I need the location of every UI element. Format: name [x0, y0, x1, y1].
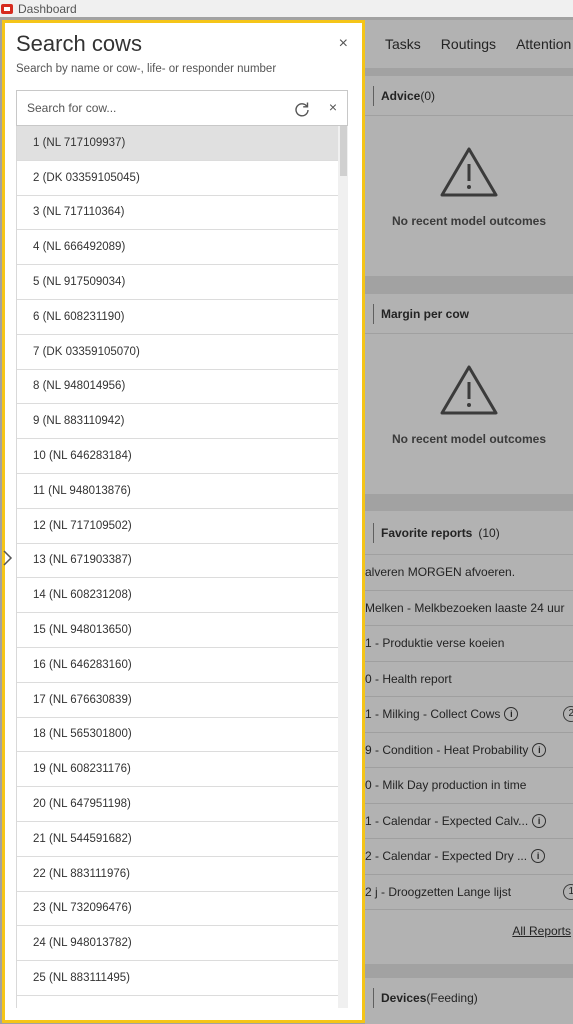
cow-list-item[interactable]: 1 (NL 717109937) [17, 126, 339, 161]
cow-list: 1 (NL 717109937) 2 (DK 03359105045) 3 (NL … [16, 126, 348, 1008]
scrollbar[interactable] [338, 126, 348, 1008]
cow-list-item[interactable]: 4 (NL 666492089) [17, 230, 339, 266]
cow-list-item[interactable]: 12 (NL 717109502) [17, 509, 339, 544]
scrollbar-thumb[interactable] [340, 126, 347, 176]
chevron-right-icon[interactable] [0, 548, 14, 568]
panel-subtitle: Search by name or cow-, life- or respond… [16, 63, 277, 75]
cow-list-item[interactable]: 3 (NL 717110364) [17, 196, 339, 231]
cow-list-item[interactable]: 24 (NL 948013782) [17, 926, 339, 962]
cow-list-item[interactable]: 25 (NL 883111495) [17, 961, 339, 996]
search-cows-panel: Search cows × Search by name or cow-, li… [2, 20, 365, 1023]
cow-list-item[interactable]: 20 (NL 647951198) [17, 787, 339, 822]
cow-list-item[interactable]: 8 (NL 948014956) [17, 370, 339, 405]
window-title: Dashboard [18, 1, 77, 16]
panel-title: Search cows [16, 31, 142, 56]
search-input[interactable] [17, 101, 267, 115]
cow-list-item[interactable]: 17 (NL 676630839) [17, 683, 339, 718]
cow-list-item[interactable]: 2 (DK 03359105045) [17, 161, 339, 196]
cow-list-item[interactable]: 13 (NL 671903387) [17, 544, 339, 579]
cow-list-item[interactable]: 23 (NL 732096476) [17, 892, 339, 927]
cow-list-item[interactable]: 21 (NL 544591682) [17, 822, 339, 857]
cow-list-item[interactable]: 22 (NL 883111976) [17, 857, 339, 892]
cow-list-item[interactable]: 18 (NL 565301800) [17, 718, 339, 753]
cow-list-item[interactable]: 5 (NL 917509034) [17, 265, 339, 300]
app-logo-icon [1, 3, 13, 14]
clear-search-icon[interactable]: × [329, 99, 337, 115]
cow-list-item[interactable]: 15 (NL 948013650) [17, 613, 339, 648]
cow-list-item[interactable]: 10 (NL 646283184) [17, 439, 339, 474]
cow-list-item[interactable]: 16 (NL 646283160) [17, 648, 339, 683]
window-titlebar: Dashboard [0, 0, 573, 17]
cow-list-item[interactable]: 6 (NL 608231190) [17, 300, 339, 335]
refresh-icon[interactable] [293, 100, 311, 118]
cow-list-item[interactable]: 11 (NL 948013876) [17, 474, 339, 509]
close-icon[interactable]: × [339, 35, 348, 53]
cow-list-item[interactable]: 7 (DK 03359105070) [17, 335, 339, 370]
search-box: × [16, 90, 348, 126]
cow-list-item[interactable]: 19 (NL 608231176) [17, 752, 339, 788]
cow-list-item[interactable]: 9 (NL 883110942) [17, 404, 339, 440]
cow-list-item[interactable]: 14 (NL 608231208) [17, 578, 339, 614]
